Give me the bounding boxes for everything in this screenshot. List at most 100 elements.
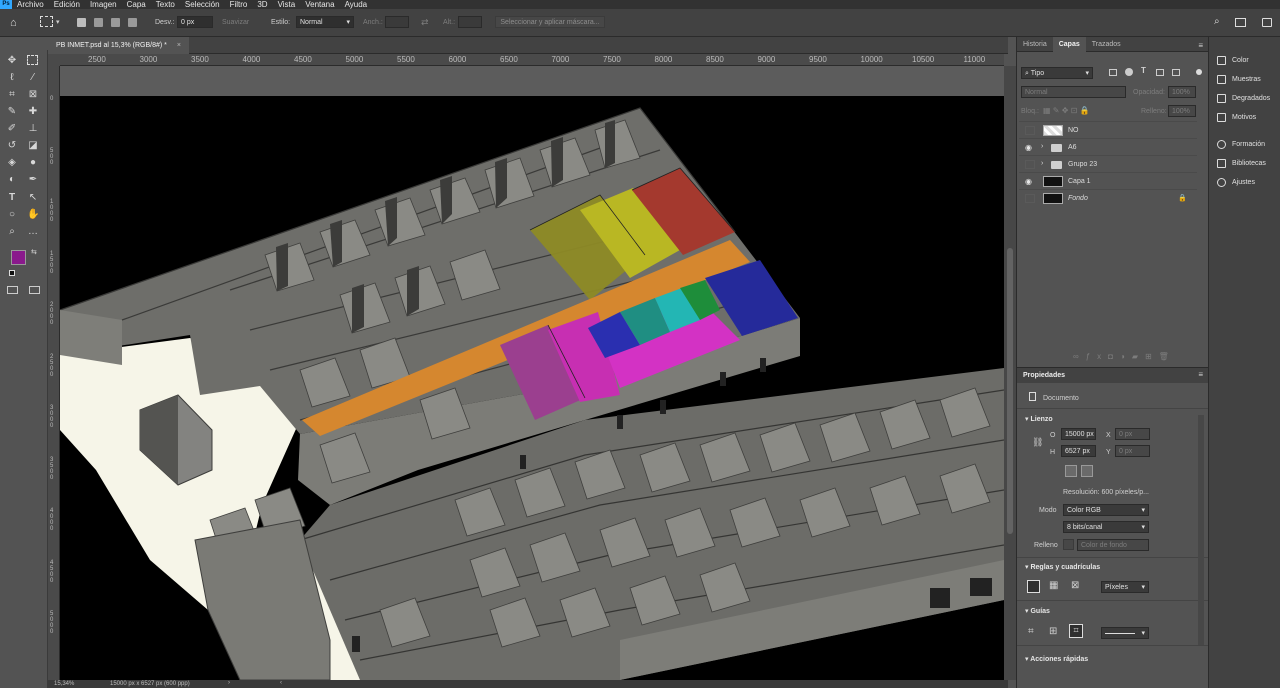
healing-brush-tool-icon[interactable]: ✚ (27, 106, 39, 118)
hand-tool-icon[interactable]: ✋ (27, 209, 39, 221)
layers-footer-icons[interactable]: ∞ƒx◘◑▰⊞🗑 (1073, 352, 1176, 361)
rulers-grids-section-header[interactable]: ▾ Reglas y cuadrículas (1025, 563, 1100, 571)
width-input[interactable] (385, 16, 409, 28)
smart-guides-icon[interactable]: ⌗ (1069, 624, 1083, 638)
paint-bucket-tool-icon[interactable]: ◈ (6, 157, 18, 169)
dock-item-formación[interactable]: Formación (1217, 137, 1265, 151)
layer-filter-select[interactable]: ⌕ Tipo ▾ (1021, 67, 1093, 79)
canvas-x-input[interactable]: 0 px (1115, 428, 1150, 440)
crop-tool-icon[interactable]: ⌗ (6, 89, 18, 101)
vertical-ruler[interactable]: 0 5 0 0 1 0 0 0 1 5 0 0 2 0 0 0 2 5 0 0 3 0 0 … (48, 66, 60, 680)
properties-scrollbar[interactable] (1198, 415, 1204, 645)
dock-item-degradados[interactable]: Degradados (1217, 91, 1270, 105)
tab-trazados[interactable]: Trazados (1086, 37, 1127, 52)
dock-item-bibliotecas[interactable]: Bibliotecas (1217, 156, 1266, 170)
eraser-tool-icon[interactable]: ◪ (27, 140, 39, 152)
ellipse-tool-icon[interactable]: ○ (6, 209, 18, 221)
dodge-tool-icon[interactable]: ◐ (6, 174, 18, 186)
menu-item-edición[interactable]: Edición (49, 0, 85, 9)
link-dimensions-icon[interactable]: ⛓ (1032, 437, 1043, 448)
canvas-y-input[interactable]: 0 px (1115, 445, 1150, 457)
dock-item-motivos[interactable]: Motivos (1217, 110, 1256, 124)
select-and-mask-button[interactable]: Seleccionar y aplicar máscara... (495, 16, 605, 28)
foreground-color-swatch[interactable] (11, 250, 26, 265)
type-tool-icon[interactable]: T (6, 192, 18, 204)
visibility-eye-icon[interactable]: ◉ (1025, 177, 1035, 186)
filter-shape-icon[interactable] (1156, 69, 1164, 76)
vertical-scrollbar[interactable] (1004, 66, 1016, 680)
vertical-scrollbar-thumb[interactable] (1007, 248, 1013, 534)
ruler-origin[interactable] (48, 54, 60, 66)
landscape-orientation-icon[interactable] (1081, 465, 1093, 477)
pen-tool-icon[interactable]: ✒ (27, 174, 39, 186)
guides-toggle-icon[interactable]: ⌗ (1028, 626, 1034, 637)
layer-row[interactable]: ◉ Capa 1 (1019, 172, 1197, 189)
panel-menu-icon[interactable]: ≡ (1198, 41, 1203, 50)
zoom-level[interactable]: 15,34% (54, 681, 74, 687)
blur-tool-icon[interactable]: ● (27, 157, 39, 169)
magic-wand-tool-icon[interactable]: ⁄ (27, 72, 39, 84)
opacity-input[interactable]: 100% (1168, 86, 1196, 98)
rect-marquee-tool-icon[interactable] (27, 55, 38, 65)
tool-preset-chevron-icon[interactable]: ▾ (56, 18, 60, 26)
menu-item-selección[interactable]: Selección (180, 0, 225, 9)
layer-row[interactable]: Fondo 🔒 (1019, 189, 1197, 206)
feather-input[interactable]: 0 px (177, 16, 213, 28)
menu-item-3d[interactable]: 3D (252, 0, 272, 9)
intersect-selection-icon[interactable] (128, 18, 137, 27)
stamp-tool-icon[interactable]: ⊥ (27, 123, 39, 135)
menu-item-vista[interactable]: Vista (273, 0, 301, 9)
swap-icon[interactable]: ⇄ (421, 17, 429, 28)
visibility-eye-icon[interactable] (1025, 194, 1035, 203)
filter-type-icon[interactable]: T (1141, 66, 1146, 75)
portrait-orientation-icon[interactable] (1065, 465, 1077, 477)
menu-item-ayuda[interactable]: Ayuda (340, 0, 373, 9)
properties-menu-icon[interactable]: ≡ (1198, 370, 1203, 379)
color-mode-select[interactable]: Color RGB ▾ (1063, 504, 1149, 516)
document-canvas[interactable] (60, 66, 1004, 680)
visibility-eye-icon[interactable] (1025, 126, 1035, 135)
lock-icons[interactable]: ▦ ✎ ✥ ⊡ 🔒 (1043, 106, 1090, 115)
default-colors-icon[interactable] (9, 270, 15, 276)
screen-mode-icon[interactable] (29, 286, 40, 294)
workspace-icon[interactable] (1235, 18, 1246, 27)
layer-row[interactable]: › Grupo 23 (1019, 155, 1197, 172)
dock-item-color[interactable]: Color (1217, 53, 1249, 67)
fill-swatch[interactable] (1063, 539, 1074, 550)
canvas-width-input[interactable]: 15000 px (1061, 428, 1096, 440)
close-tab-icon[interactable]: × (177, 42, 181, 49)
zoom-tool-icon[interactable]: ⌕ (6, 226, 18, 238)
filter-toggle-icon[interactable] (1196, 69, 1202, 75)
visibility-eye-icon[interactable] (1025, 160, 1035, 169)
fill-input[interactable]: 100% (1168, 105, 1196, 117)
quick-actions-section-header[interactable]: ▾ Acciones rápidas (1025, 655, 1088, 663)
chevron-right-icon[interactable]: › (1041, 160, 1043, 167)
swap-colors-icon[interactable]: ⇆ (31, 248, 37, 256)
hscroll-left-icon[interactable]: ‹ (280, 680, 282, 686)
menu-item-archivo[interactable]: Archivo (12, 0, 49, 9)
search-icon[interactable]: ⌕ (1214, 16, 1220, 27)
dock-item-ajustes[interactable]: Ajustes (1217, 175, 1255, 189)
document-tab[interactable]: PB INMET.psd al 15,3% (RGB/8#) * × (48, 37, 189, 54)
canvas-section-header[interactable]: ▾ Lienzo (1025, 415, 1053, 423)
menu-item-imagen[interactable]: Imagen (85, 0, 122, 9)
quick-mask-icon[interactable] (7, 286, 18, 294)
lasso-tool-icon[interactable]: ℓ (6, 72, 18, 84)
frame-tool-icon[interactable]: ⊠ (27, 89, 39, 101)
pixel-grid-toggle-icon[interactable]: ⊠ (1071, 580, 1079, 591)
more-tools-icon[interactable]: … (27, 226, 39, 238)
layer-row[interactable]: NO (1019, 121, 1197, 138)
status-menu-icon[interactable]: › (228, 680, 230, 686)
blend-mode-select[interactable]: Normal (1021, 86, 1126, 98)
visibility-eye-icon[interactable]: ◉ (1025, 143, 1035, 152)
ruler-toggle-icon[interactable] (1027, 580, 1040, 593)
style-select[interactable]: Normal ▾ (296, 16, 354, 28)
path-selection-tool-icon[interactable]: ↖ (27, 192, 39, 204)
filter-smart-object-icon[interactable] (1172, 69, 1180, 76)
units-select[interactable]: Píxeles ▾ (1101, 581, 1149, 593)
brush-tool-icon[interactable]: ✐ (6, 123, 18, 135)
marquee-tool-icon[interactable] (40, 16, 53, 27)
new-selection-icon[interactable] (77, 18, 86, 27)
layer-row[interactable]: ◉ › A6 (1019, 138, 1197, 155)
dock-item-muestras[interactable]: Muestras (1217, 72, 1261, 86)
